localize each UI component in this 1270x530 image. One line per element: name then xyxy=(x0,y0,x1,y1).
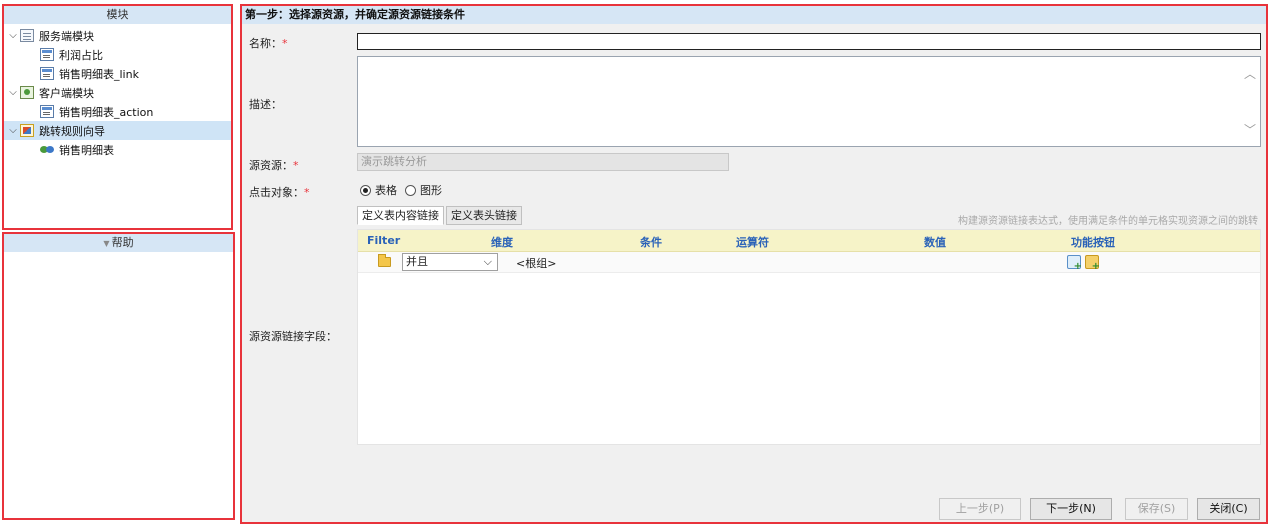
column-header: 数值 xyxy=(924,236,946,249)
required-mark: * xyxy=(293,159,299,172)
tree-item-server-module[interactable]: ⌵ 服务端模块 xyxy=(4,26,231,45)
tree-folder-icon xyxy=(20,29,34,42)
source-label: 源资源： xyxy=(249,159,293,172)
radio-chart-label: 图形 xyxy=(420,184,442,197)
help-panel: ▼ 帮助 xyxy=(2,232,235,520)
click-target-label-row: 点击对象：* xyxy=(249,184,310,200)
chevron-down-icon[interactable]: ⌵ xyxy=(6,30,20,41)
radio-chart[interactable] xyxy=(405,184,416,196)
tree-item-jump-rule-wizard[interactable]: ⌵ 跳转规则向导 xyxy=(4,121,231,140)
link-tabs: 定义表内容链接 定义表头链接 xyxy=(357,206,524,225)
save-button[interactable]: 保存(S) xyxy=(1125,498,1188,520)
tree-item-sales-detail-link[interactable]: 销售明细表_link xyxy=(4,64,231,83)
required-mark: * xyxy=(282,37,288,50)
condition-grid: Filter 维度 条件 运算符 数值 功能按钮 并且 ⌵ <根组> xyxy=(357,229,1261,445)
column-header: 运算符 xyxy=(736,236,769,249)
required-mark: * xyxy=(304,186,310,199)
tree-item-label: 销售明细表_link xyxy=(59,67,139,81)
column-header: 功能按钮 xyxy=(1071,236,1115,249)
jump-rule-icon xyxy=(20,124,34,137)
tab-hint: 构建源资源链接表达式，使用满足条件的单元格实现资源之间的跳转 xyxy=(958,216,1258,227)
add-condition-icon[interactable] xyxy=(1067,255,1082,272)
help-panel-title: 帮助 xyxy=(111,236,134,249)
tree-item-label: 销售明细表 xyxy=(59,143,114,157)
click-target-radio-group: 表格 图形 xyxy=(360,182,450,198)
collapse-triangle-icon: ▼ xyxy=(103,239,110,248)
table-row: 并且 ⌵ <根组> xyxy=(358,252,1260,273)
scroll-down-icon[interactable]: ﹀ xyxy=(1244,121,1256,138)
add-group-icon[interactable] xyxy=(1085,255,1100,272)
chevron-down-icon[interactable]: ⌵ xyxy=(6,87,20,98)
chevron-down-icon[interactable]: ⌵ xyxy=(6,125,20,136)
radio-table-label: 表格 xyxy=(375,184,397,197)
tab-content-link[interactable]: 定义表内容链接 xyxy=(357,206,444,225)
tree-item-sales-detail-action[interactable]: 销售明细表_action xyxy=(4,102,231,121)
column-header: 条件 xyxy=(640,236,662,249)
source-resource-field: 演示跳转分析 xyxy=(357,153,729,171)
tree-item-profit-ratio[interactable]: 利润占比 xyxy=(4,45,231,64)
tree-item-label: 服务端模块 xyxy=(39,29,94,43)
radio-table[interactable] xyxy=(360,184,371,196)
report-icon xyxy=(40,67,54,80)
chevron-down-icon: ⌵ xyxy=(483,255,492,268)
tree-item-client-module[interactable]: ⌵ 客户端模块 xyxy=(4,83,231,102)
module-tree: ⌵ 服务端模块 利润占比 销售明细表_link ⌵ 客户端模块 销售明细表_ac… xyxy=(4,24,231,159)
source-label-row: 源资源：* xyxy=(249,157,299,173)
module-panel-title: 模块 xyxy=(4,6,231,24)
logic-operator-value: 并且 xyxy=(406,255,428,268)
click-target-label: 点击对象： xyxy=(249,186,304,199)
report-icon xyxy=(40,48,54,61)
scroll-up-icon[interactable]: ︿ xyxy=(1244,65,1256,82)
column-header: Filter xyxy=(367,234,401,247)
description-label: 描述： xyxy=(249,98,282,111)
tree-item-label: 跳转规则向导 xyxy=(39,124,105,138)
next-button[interactable]: 下一步(N) xyxy=(1030,498,1112,520)
prev-button[interactable]: 上一步(P) xyxy=(939,498,1021,520)
name-input[interactable] xyxy=(357,33,1261,50)
report-icon xyxy=(40,105,54,118)
column-header: 维度 xyxy=(491,236,513,249)
tab-header-link[interactable]: 定义表头链接 xyxy=(446,206,522,225)
tree-item-label: 利润占比 xyxy=(59,48,103,62)
name-label-row: 名称：* xyxy=(249,35,288,51)
tree-item-sales-detail[interactable]: 销售明细表 xyxy=(4,140,231,159)
help-panel-header[interactable]: ▼ 帮助 xyxy=(4,234,233,252)
folder-icon xyxy=(378,254,391,267)
tree-item-label: 客户端模块 xyxy=(39,86,94,100)
module-panel: 模块 ⌵ 服务端模块 利润占比 销售明细表_link ⌵ 客户端模块 销售明细表… xyxy=(2,4,233,230)
link-fields-label: 源资源链接字段： xyxy=(249,330,337,343)
root-group-label: <根组> xyxy=(516,257,557,270)
wizard-panel: 第一步：选择源资源，并确定源资源链接条件 名称：* 描述： ︿ ﹀ 源资源：* … xyxy=(240,4,1268,524)
step-title: 第一步：选择源资源，并确定源资源链接条件 xyxy=(242,6,1266,24)
grid-header: Filter 维度 条件 运算符 数值 功能按钮 xyxy=(358,230,1260,252)
close-button[interactable]: 关闭(C) xyxy=(1197,498,1260,520)
link-rule-icon xyxy=(40,143,54,156)
client-folder-icon xyxy=(20,86,34,99)
name-label: 名称： xyxy=(249,37,282,50)
logic-operator-select[interactable]: 并且 ⌵ xyxy=(402,253,498,271)
tree-item-label: 销售明细表_action xyxy=(59,105,154,119)
description-textarea[interactable]: ︿ ﹀ xyxy=(357,56,1261,147)
